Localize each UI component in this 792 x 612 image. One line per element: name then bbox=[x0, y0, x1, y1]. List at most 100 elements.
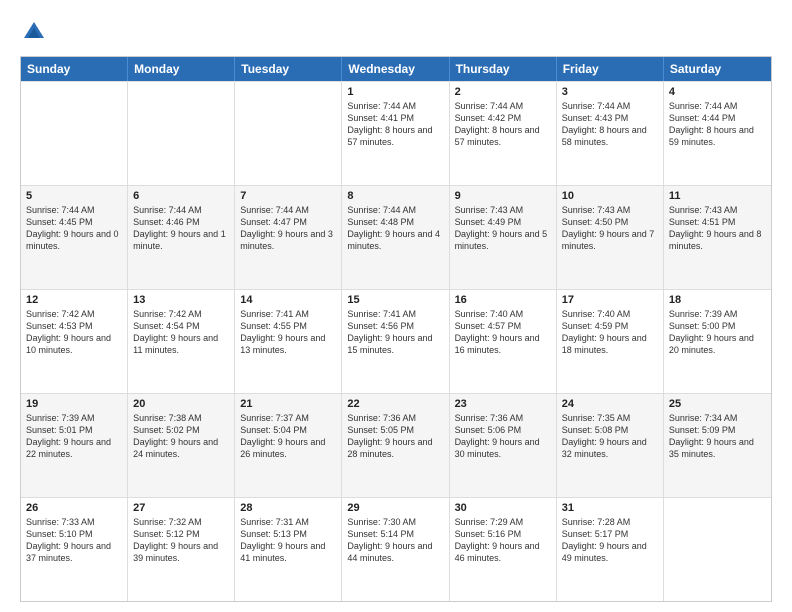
cell-info: Sunrise: 7:36 AM Sunset: 5:05 PM Dayligh… bbox=[347, 412, 443, 461]
cell-info: Sunrise: 7:35 AM Sunset: 5:08 PM Dayligh… bbox=[562, 412, 658, 461]
cell-info: Sunrise: 7:44 AM Sunset: 4:48 PM Dayligh… bbox=[347, 204, 443, 253]
cell-info: Sunrise: 7:40 AM Sunset: 4:59 PM Dayligh… bbox=[562, 308, 658, 357]
calendar-cell: 20Sunrise: 7:38 AM Sunset: 5:02 PM Dayli… bbox=[128, 394, 235, 497]
calendar-body: 1 Sunrise: 7:44 AM Sunset: 4:41 PM Daylig… bbox=[21, 81, 771, 601]
day-number: 23 bbox=[455, 398, 551, 410]
calendar-cell: 22 Sunrise: 7:36 AM Sunset: 5:05 PM Dayli… bbox=[342, 394, 449, 497]
calendar-row: 19 Sunrise: 7:39 AM Sunset: 5:01 PM Dayli… bbox=[21, 393, 771, 497]
calendar: SundayMondayTuesdayWednesdayThursdayFrid… bbox=[20, 56, 772, 602]
calendar-cell: 15 Sunrise: 7:41 AM Sunset: 4:56 PM Dayli… bbox=[342, 290, 449, 393]
day-number: 31 bbox=[562, 502, 658, 514]
weekday-header: Tuesday bbox=[235, 57, 342, 81]
day-number: 3 bbox=[562, 86, 658, 98]
logo bbox=[20, 18, 52, 46]
day-number: 11 bbox=[669, 190, 766, 202]
calendar-cell: 4 Sunrise: 7:44 AM Sunset: 4:44 PM Daylig… bbox=[664, 82, 771, 185]
cell-info: Sunrise: 7:28 AM Sunset: 5:17 PM Dayligh… bbox=[562, 516, 658, 565]
cell-info: Sunrise: 7:43 AM Sunset: 4:50 PM Dayligh… bbox=[562, 204, 658, 253]
day-number: 2 bbox=[455, 86, 551, 98]
day-number: 1 bbox=[347, 86, 443, 98]
day-number: 16 bbox=[455, 294, 551, 306]
calendar-cell: 6 Sunrise: 7:44 AM Sunset: 4:46 PM Daylig… bbox=[128, 186, 235, 289]
day-number: 20 bbox=[133, 398, 229, 410]
cell-info: Sunrise: 7:42 AM Sunset: 4:53 PM Dayligh… bbox=[26, 308, 122, 357]
day-number: 12 bbox=[26, 294, 122, 306]
calendar-cell: 14 Sunrise: 7:41 AM Sunset: 4:55 PM Dayli… bbox=[235, 290, 342, 393]
cell-info: Sunrise: 7:43 AM Sunset: 4:51 PM Dayligh… bbox=[669, 204, 766, 253]
day-number: 8 bbox=[347, 190, 443, 202]
logo-icon bbox=[20, 18, 48, 46]
calendar-cell: 30 Sunrise: 7:29 AM Sunset: 5:16 PM Dayli… bbox=[450, 498, 557, 601]
calendar-cell: 8 Sunrise: 7:44 AM Sunset: 4:48 PM Daylig… bbox=[342, 186, 449, 289]
cell-info: Sunrise: 7:44 AM Sunset: 4:45 PM Dayligh… bbox=[26, 204, 122, 253]
calendar-cell bbox=[128, 82, 235, 185]
calendar-row: 26Sunrise: 7:33 AM Sunset: 5:10 PM Dayli… bbox=[21, 497, 771, 601]
day-number: 28 bbox=[240, 502, 336, 514]
day-number: 7 bbox=[240, 190, 336, 202]
calendar-cell: 18Sunrise: 7:39 AM Sunset: 5:00 PM Dayli… bbox=[664, 290, 771, 393]
day-number: 24 bbox=[562, 398, 658, 410]
day-number: 14 bbox=[240, 294, 336, 306]
cell-info: Sunrise: 7:44 AM Sunset: 4:46 PM Dayligh… bbox=[133, 204, 229, 253]
weekday-header: Monday bbox=[128, 57, 235, 81]
calendar-cell: 24 Sunrise: 7:35 AM Sunset: 5:08 PM Dayli… bbox=[557, 394, 664, 497]
day-number: 17 bbox=[562, 294, 658, 306]
day-number: 5 bbox=[26, 190, 122, 202]
cell-info: Sunrise: 7:30 AM Sunset: 5:14 PM Dayligh… bbox=[347, 516, 443, 565]
calendar-cell: 9 Sunrise: 7:43 AM Sunset: 4:49 PM Daylig… bbox=[450, 186, 557, 289]
calendar-cell: 19 Sunrise: 7:39 AM Sunset: 5:01 PM Dayli… bbox=[21, 394, 128, 497]
calendar-cell: 28 Sunrise: 7:31 AM Sunset: 5:13 PM Dayli… bbox=[235, 498, 342, 601]
calendar-cell: 11 Sunrise: 7:43 AM Sunset: 4:51 PM Dayli… bbox=[664, 186, 771, 289]
day-number: 21 bbox=[240, 398, 336, 410]
day-number: 25 bbox=[669, 398, 766, 410]
day-number: 26 bbox=[26, 502, 122, 514]
calendar-cell: 1 Sunrise: 7:44 AM Sunset: 4:41 PM Daylig… bbox=[342, 82, 449, 185]
day-number: 4 bbox=[669, 86, 766, 98]
calendar-cell: 12 Sunrise: 7:42 AM Sunset: 4:53 PM Dayli… bbox=[21, 290, 128, 393]
cell-info: Sunrise: 7:32 AM Sunset: 5:12 PM Dayligh… bbox=[133, 516, 229, 565]
weekday-header: Wednesday bbox=[342, 57, 449, 81]
day-number: 9 bbox=[455, 190, 551, 202]
cell-info: Sunrise: 7:39 AM Sunset: 5:01 PM Dayligh… bbox=[26, 412, 122, 461]
day-number: 19 bbox=[26, 398, 122, 410]
calendar-cell: 31 Sunrise: 7:28 AM Sunset: 5:17 PM Dayli… bbox=[557, 498, 664, 601]
cell-info: Sunrise: 7:31 AM Sunset: 5:13 PM Dayligh… bbox=[240, 516, 336, 565]
day-number: 15 bbox=[347, 294, 443, 306]
calendar-row: 1 Sunrise: 7:44 AM Sunset: 4:41 PM Daylig… bbox=[21, 81, 771, 185]
calendar-cell: 21 Sunrise: 7:37 AM Sunset: 5:04 PM Dayli… bbox=[235, 394, 342, 497]
calendar-cell: 26Sunrise: 7:33 AM Sunset: 5:10 PM Dayli… bbox=[21, 498, 128, 601]
day-number: 18 bbox=[669, 294, 766, 306]
calendar-cell: 16Sunrise: 7:40 AM Sunset: 4:57 PM Dayli… bbox=[450, 290, 557, 393]
calendar-header: SundayMondayTuesdayWednesdayThursdayFrid… bbox=[21, 57, 771, 81]
cell-info: Sunrise: 7:41 AM Sunset: 4:55 PM Dayligh… bbox=[240, 308, 336, 357]
day-number: 27 bbox=[133, 502, 229, 514]
header bbox=[20, 18, 772, 46]
weekday-header: Saturday bbox=[664, 57, 771, 81]
weekday-header: Sunday bbox=[21, 57, 128, 81]
cell-info: Sunrise: 7:44 AM Sunset: 4:44 PM Dayligh… bbox=[669, 100, 766, 149]
cell-info: Sunrise: 7:42 AM Sunset: 4:54 PM Dayligh… bbox=[133, 308, 229, 357]
cell-info: Sunrise: 7:29 AM Sunset: 5:16 PM Dayligh… bbox=[455, 516, 551, 565]
day-number: 22 bbox=[347, 398, 443, 410]
calendar-cell: 3 Sunrise: 7:44 AM Sunset: 4:43 PM Daylig… bbox=[557, 82, 664, 185]
cell-info: Sunrise: 7:41 AM Sunset: 4:56 PM Dayligh… bbox=[347, 308, 443, 357]
cell-info: Sunrise: 7:44 AM Sunset: 4:47 PM Dayligh… bbox=[240, 204, 336, 253]
day-number: 10 bbox=[562, 190, 658, 202]
calendar-row: 12 Sunrise: 7:42 AM Sunset: 4:53 PM Dayli… bbox=[21, 289, 771, 393]
cell-info: Sunrise: 7:37 AM Sunset: 5:04 PM Dayligh… bbox=[240, 412, 336, 461]
cell-info: Sunrise: 7:34 AM Sunset: 5:09 PM Dayligh… bbox=[669, 412, 766, 461]
day-number: 6 bbox=[133, 190, 229, 202]
day-number: 30 bbox=[455, 502, 551, 514]
cell-info: Sunrise: 7:44 AM Sunset: 4:43 PM Dayligh… bbox=[562, 100, 658, 149]
calendar-cell: 5 Sunrise: 7:44 AM Sunset: 4:45 PM Daylig… bbox=[21, 186, 128, 289]
calendar-cell bbox=[664, 498, 771, 601]
day-number: 29 bbox=[347, 502, 443, 514]
cell-info: Sunrise: 7:43 AM Sunset: 4:49 PM Dayligh… bbox=[455, 204, 551, 253]
calendar-cell: 23 Sunrise: 7:36 AM Sunset: 5:06 PM Dayli… bbox=[450, 394, 557, 497]
calendar-cell: 17 Sunrise: 7:40 AM Sunset: 4:59 PM Dayli… bbox=[557, 290, 664, 393]
page: SundayMondayTuesdayWednesdayThursdayFrid… bbox=[0, 0, 792, 612]
calendar-cell: 25 Sunrise: 7:34 AM Sunset: 5:09 PM Dayli… bbox=[664, 394, 771, 497]
cell-info: Sunrise: 7:36 AM Sunset: 5:06 PM Dayligh… bbox=[455, 412, 551, 461]
weekday-header: Friday bbox=[557, 57, 664, 81]
cell-info: Sunrise: 7:44 AM Sunset: 4:41 PM Dayligh… bbox=[347, 100, 443, 149]
